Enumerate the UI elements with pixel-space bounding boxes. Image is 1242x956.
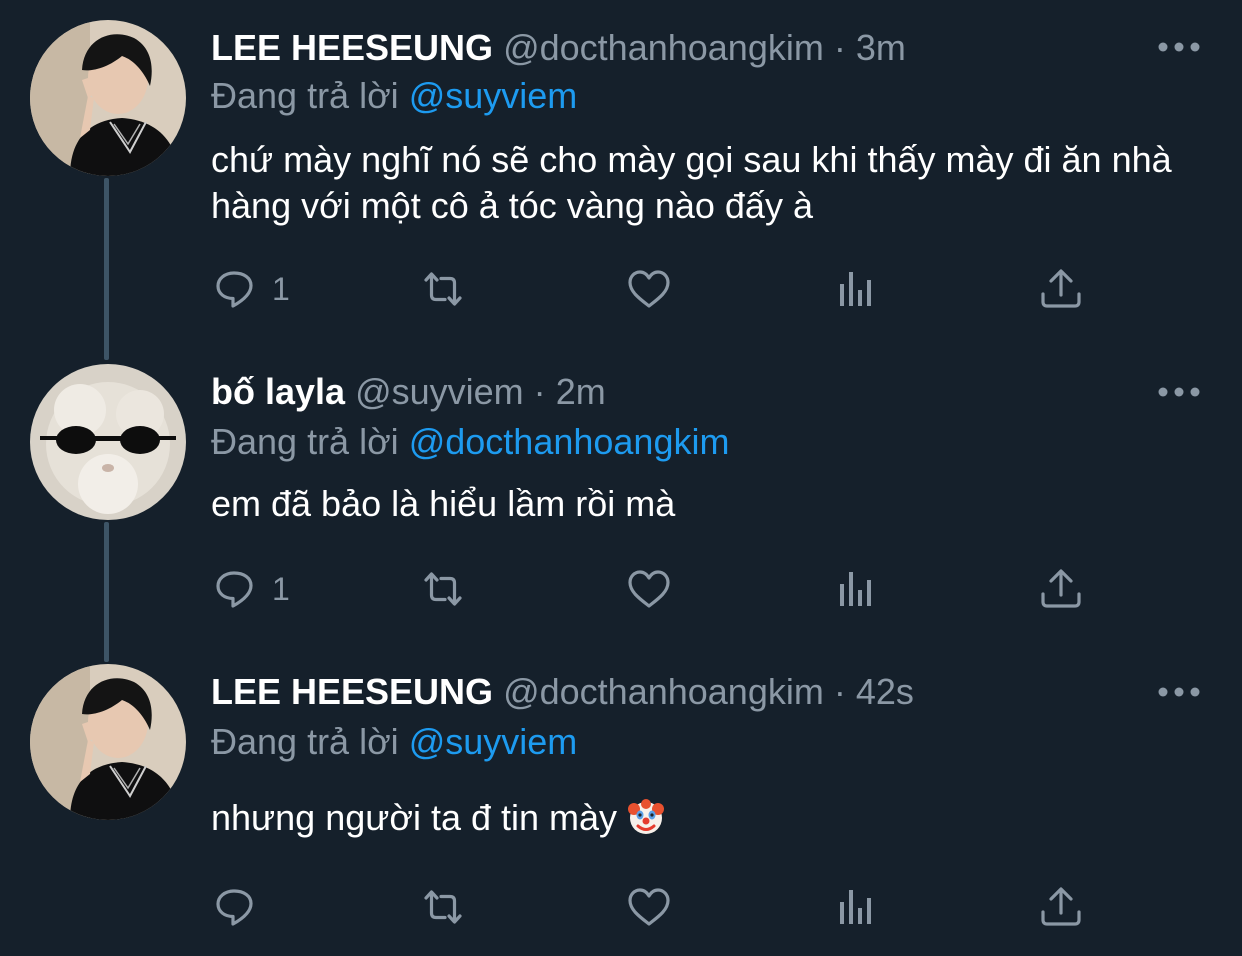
- analytics-icon: [840, 572, 871, 606]
- display-name[interactable]: bố layla: [211, 371, 345, 412]
- mention-link[interactable]: @suyviem: [409, 721, 578, 762]
- separator-dot: ·: [833, 671, 846, 712]
- mention-link[interactable]: @suyviem: [409, 75, 578, 116]
- share-icon: [1041, 269, 1081, 308]
- reply-count: 1: [272, 270, 290, 307]
- reply-icon: [216, 889, 253, 926]
- analytics-button[interactable]: [833, 882, 879, 932]
- reply-button[interactable]: 1: [214, 264, 290, 314]
- analytics-button[interactable]: [833, 564, 879, 614]
- display-name[interactable]: LEE HEESEUNG: [211, 27, 493, 68]
- avatar[interactable]: [30, 364, 186, 520]
- timestamp[interactable]: 42s: [856, 671, 914, 712]
- separator-dot: ·: [833, 27, 846, 68]
- retweet-icon: [424, 890, 462, 924]
- tweet[interactable]: LEE HEESEUNG @docthanhoangkim · 3m Đang …: [0, 0, 1242, 340]
- more-icon[interactable]: [1158, 685, 1200, 697]
- retweet-icon: [424, 272, 462, 306]
- timestamp[interactable]: 3m: [856, 27, 906, 68]
- reply-icon: [216, 571, 253, 608]
- replying-label: Đang trả lời: [211, 75, 399, 116]
- tweet-header: LEE HEESEUNG @docthanhoangkim · 3m: [211, 26, 906, 70]
- reply-button[interactable]: 1: [214, 564, 290, 614]
- heart-icon: [628, 570, 670, 608]
- tweet-text: em đã bảo là hiểu lầm rồi mà: [211, 483, 676, 524]
- tweet-text-content: nhưng người ta đ tin mày: [211, 797, 618, 838]
- avatar[interactable]: [30, 664, 186, 820]
- heart-icon: [628, 270, 670, 308]
- retweet-button[interactable]: [420, 882, 466, 932]
- share-icon: [1041, 569, 1081, 608]
- share-button[interactable]: [1038, 564, 1084, 614]
- share-button[interactable]: [1038, 882, 1084, 932]
- analytics-icon: [840, 272, 871, 306]
- mention-link[interactable]: @docthanhoangkim: [409, 421, 730, 462]
- user-handle[interactable]: @suyviem: [355, 371, 524, 412]
- like-button[interactable]: [626, 564, 672, 614]
- action-bar: [0, 882, 1242, 932]
- analytics-icon: [840, 890, 871, 924]
- avatar[interactable]: [30, 20, 186, 176]
- more-icon[interactable]: [1158, 385, 1200, 397]
- retweet-button[interactable]: [420, 264, 466, 314]
- tweet-header: LEE HEESEUNG @docthanhoangkim · 42s: [211, 670, 914, 714]
- user-handle[interactable]: @docthanhoangkim: [503, 671, 824, 712]
- replying-to-line: Đang trả lời @docthanhoangkim: [211, 420, 729, 464]
- retweet-button[interactable]: [420, 564, 466, 614]
- replying-label: Đang trả lời: [211, 721, 399, 762]
- replying-to-line: Đang trả lời @suyviem: [211, 74, 577, 118]
- display-name[interactable]: LEE HEESEUNG: [211, 671, 493, 712]
- action-bar: 1: [0, 564, 1242, 614]
- clown-face-icon: [627, 798, 665, 847]
- analytics-button[interactable]: [833, 264, 879, 314]
- tweet-header: bố layla @suyviem · 2m: [211, 370, 606, 414]
- reply-icon: [216, 271, 253, 308]
- share-icon: [1041, 887, 1081, 926]
- tweet-text: nhưng người ta đ tin mày: [211, 795, 1211, 847]
- reply-button[interactable]: [214, 882, 260, 932]
- like-button[interactable]: [626, 882, 672, 932]
- tweet[interactable]: LEE HEESEUNG @docthanhoangkim · 42s Đang…: [0, 645, 1242, 956]
- heart-icon: [628, 888, 670, 926]
- retweet-icon: [424, 572, 462, 606]
- tweet-text: chứ mày nghĩ nó sẽ cho mày gọi sau khi t…: [211, 139, 1172, 226]
- tweet[interactable]: bố layla @suyviem · 2m Đang trả lời @doc…: [0, 345, 1242, 645]
- replying-to-line: Đang trả lời @suyviem: [211, 720, 577, 764]
- timestamp[interactable]: 2m: [556, 371, 606, 412]
- reply-count: 1: [272, 570, 290, 607]
- user-handle[interactable]: @docthanhoangkim: [503, 27, 824, 68]
- share-button[interactable]: [1038, 264, 1084, 314]
- separator-dot: ·: [533, 371, 546, 412]
- action-bar: 1: [0, 264, 1242, 314]
- more-icon[interactable]: [1158, 40, 1200, 52]
- replying-label: Đang trả lời: [211, 421, 399, 462]
- like-button[interactable]: [626, 264, 672, 314]
